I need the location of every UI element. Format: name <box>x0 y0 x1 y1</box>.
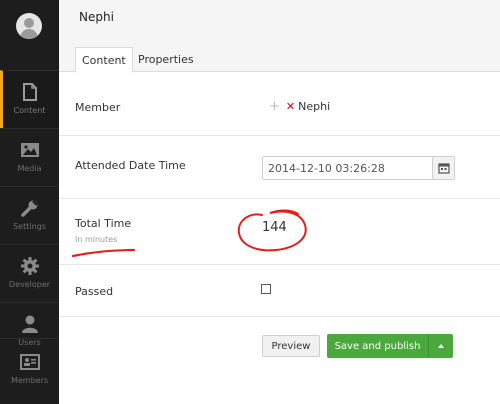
divider <box>59 135 500 136</box>
tab-properties[interactable]: Properties <box>132 47 200 73</box>
avatar-body <box>20 29 38 39</box>
divider <box>59 316 500 317</box>
save-and-publish-button[interactable]: Save and publish <box>327 334 428 358</box>
publish-options-button[interactable] <box>428 334 453 358</box>
sidebar-item-label: Developer <box>8 280 51 289</box>
image-icon <box>20 143 39 157</box>
member-label: Member <box>75 101 121 114</box>
sidebar-item-content[interactable]: Content <box>0 70 59 128</box>
editor-header: Nephi Content Properties <box>59 0 500 73</box>
passed-label: Passed <box>75 285 114 298</box>
passed-checkbox[interactable] <box>261 284 271 294</box>
member-value[interactable]: Nephi <box>298 100 330 113</box>
divider <box>59 264 500 265</box>
total-time-hint: In minutes <box>75 235 118 244</box>
caret-up-icon <box>438 344 444 348</box>
sidebar-item-members[interactable]: Members <box>0 338 59 404</box>
sidebar-item-label: Settings <box>13 222 46 231</box>
sidebar-item-settings[interactable]: Settings <box>0 186 59 244</box>
sidebar-item-label: Members <box>10 376 49 385</box>
sidebar: Content Media Settings Developer Users M… <box>0 0 59 404</box>
total-time-value: 144 <box>262 220 287 235</box>
attended-date-field <box>262 156 455 180</box>
user-icon <box>21 315 38 333</box>
attended-date-label: Attended Date Time <box>75 159 186 172</box>
divider <box>59 198 500 199</box>
document-icon <box>23 83 37 101</box>
total-time-label: Total Time <box>75 217 132 230</box>
sidebar-item-media[interactable]: Media <box>0 128 59 186</box>
member-picker: + ✕ Nephi <box>269 99 330 114</box>
sidebar-item-label: Media <box>17 164 42 173</box>
preview-button[interactable]: Preview <box>262 335 320 357</box>
user-avatar[interactable] <box>16 13 42 39</box>
attended-date-input[interactable] <box>263 157 433 179</box>
wrench-icon <box>20 200 38 217</box>
page-title: Nephi <box>79 10 114 24</box>
calendar-icon <box>438 163 450 174</box>
sidebar-item-label: Content <box>13 106 46 115</box>
tab-content[interactable]: Content <box>75 47 133 73</box>
editor-content: Member + ✕Nephi Attended Date Time Total … <box>59 73 500 404</box>
sidebar-item-developer[interactable]: Developer <box>0 244 59 302</box>
calendar-button[interactable] <box>432 157 454 179</box>
gear-icon <box>20 257 39 275</box>
remove-member-icon[interactable]: ✕ <box>286 100 295 113</box>
drag-handle-icon[interactable]: + <box>269 99 280 114</box>
avatar-head <box>24 18 34 28</box>
id-card-icon <box>19 354 40 370</box>
